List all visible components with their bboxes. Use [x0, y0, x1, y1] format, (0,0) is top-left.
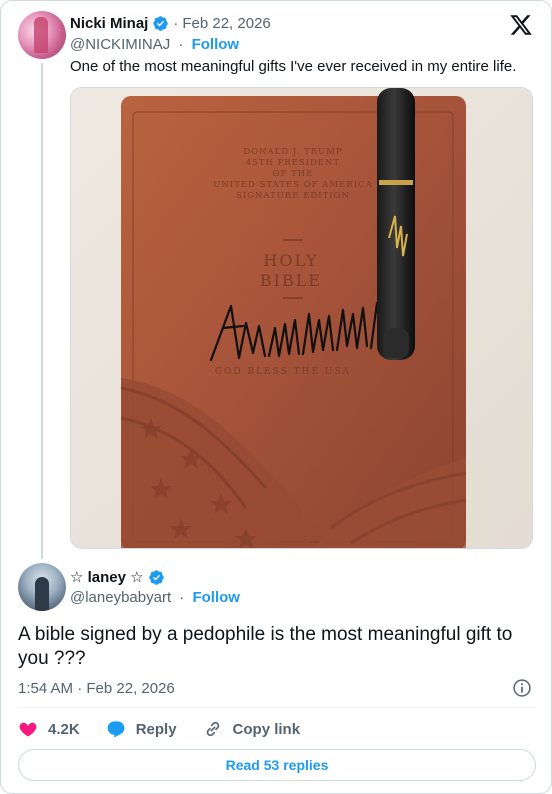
verified-badge-icon — [153, 15, 169, 31]
tweet-text: One of the most meaningful gifts I've ev… — [70, 58, 517, 75]
tweet-embed-card: Nicki Minaj · Feb 22, 2026 @NICKIMINAJ ·… — [0, 0, 552, 794]
follow-button[interactable]: Follow — [192, 589, 240, 606]
follow-button[interactable]: Follow — [192, 36, 240, 53]
heart-icon — [19, 722, 37, 737]
reply-bubble-icon — [107, 721, 125, 738]
read-replies-button[interactable]: Read 53 replies — [18, 749, 536, 781]
avatar[interactable] — [18, 563, 66, 611]
reply-author-handle[interactable]: @laneybabyart — [70, 589, 171, 606]
action-bar: 4.2K Reply Copy link — [18, 717, 326, 741]
x-logo-icon[interactable] — [509, 13, 533, 37]
divider — [18, 707, 536, 708]
tweet-photo[interactable]: DONALD J. TRUMP 45TH PRESIDENT OF THE UN… — [70, 87, 533, 549]
cover-title-line-1: HOLY — [263, 251, 318, 270]
reply-text: A bible signed by a pedophile is the mos… — [18, 624, 513, 669]
author-handle[interactable]: @NICKIMINAJ — [70, 36, 170, 53]
bible-photo-illustration: DONALD J. TRUMP 45TH PRESIDENT OF THE UN… — [71, 88, 532, 548]
like-button[interactable]: 4.2K — [18, 719, 80, 739]
verified-badge-icon — [148, 569, 164, 585]
cover-footer: GOD BLESS THE USA — [215, 367, 351, 377]
cover-title-line-2: BIBLE — [260, 271, 322, 290]
copy-link-button[interactable]: Copy link — [203, 719, 301, 739]
reply-handle-row: @laneybabyart · Follow — [70, 589, 240, 606]
reply-author-row: ☆ laney ☆ — [70, 567, 165, 587]
separator-dot: · — [179, 589, 185, 606]
link-icon — [206, 721, 219, 737]
like-count: 4.2K — [48, 720, 80, 738]
tweet-date[interactable]: Feb 22, 2026 — [182, 15, 270, 32]
separator-dot: · — [178, 36, 184, 53]
reply-label: Reply — [135, 720, 177, 738]
reply-author-display-name[interactable]: ☆ laney ☆ — [70, 568, 144, 586]
cover-line: SIGNATURE EDITION — [236, 191, 350, 201]
reply-button[interactable]: Reply — [106, 719, 177, 739]
cover-line: OF THE — [273, 169, 314, 179]
info-icon[interactable] — [512, 678, 532, 698]
author-row: Nicki Minaj · Feb 22, 2026 — [70, 13, 271, 33]
author-display-name[interactable]: Nicki Minaj — [70, 15, 148, 32]
pen-graphic — [377, 88, 415, 360]
cover-line: DONALD J. TRUMP — [243, 147, 342, 157]
copy-link-label: Copy link — [232, 720, 301, 738]
thread-connector-line — [41, 63, 43, 559]
cover-line: 45TH PRESIDENT — [246, 158, 340, 168]
avatar[interactable] — [18, 11, 66, 59]
separator-dot: · — [173, 14, 179, 32]
cover-line: UNITED STATES OF AMERICA — [213, 180, 372, 190]
author-handle-row: @NICKIMINAJ · Follow — [70, 36, 239, 53]
reply-timestamp[interactable]: 1:54 AM · Feb 22, 2026 — [18, 680, 175, 697]
